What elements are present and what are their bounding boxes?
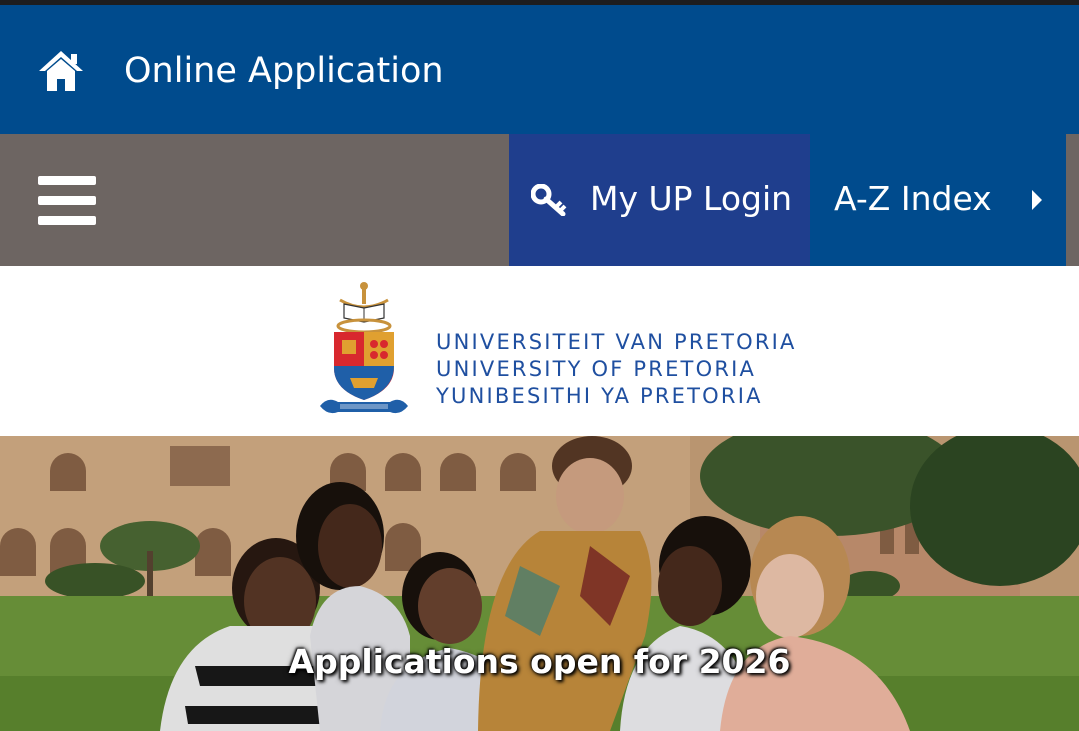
my-up-login-label[interactable]: My UP Login: [590, 179, 792, 219]
hamburger-menu-icon[interactable]: [38, 176, 96, 225]
logo-text-sepedi: YUNIBESITHI YA PRETORIA: [436, 384, 763, 408]
site-header: Online Application: [0, 5, 1079, 134]
navbar-edge: [1066, 134, 1079, 266]
hero-caption: Applications open for 2026: [288, 642, 791, 681]
logo-text-english: UNIVERSITY OF PRETORIA: [436, 357, 757, 381]
university-crest-logo: [320, 282, 408, 414]
hero-image: [0, 436, 1079, 731]
home-icon[interactable]: [37, 49, 85, 93]
page-title[interactable]: Online Application: [124, 51, 444, 91]
caret-right-icon[interactable]: [1031, 190, 1043, 210]
key-icon: [531, 184, 567, 216]
az-index-label[interactable]: A-Z Index: [834, 179, 992, 219]
logo-text-afrikaans: UNIVERSITEIT VAN PRETORIA: [436, 330, 797, 354]
